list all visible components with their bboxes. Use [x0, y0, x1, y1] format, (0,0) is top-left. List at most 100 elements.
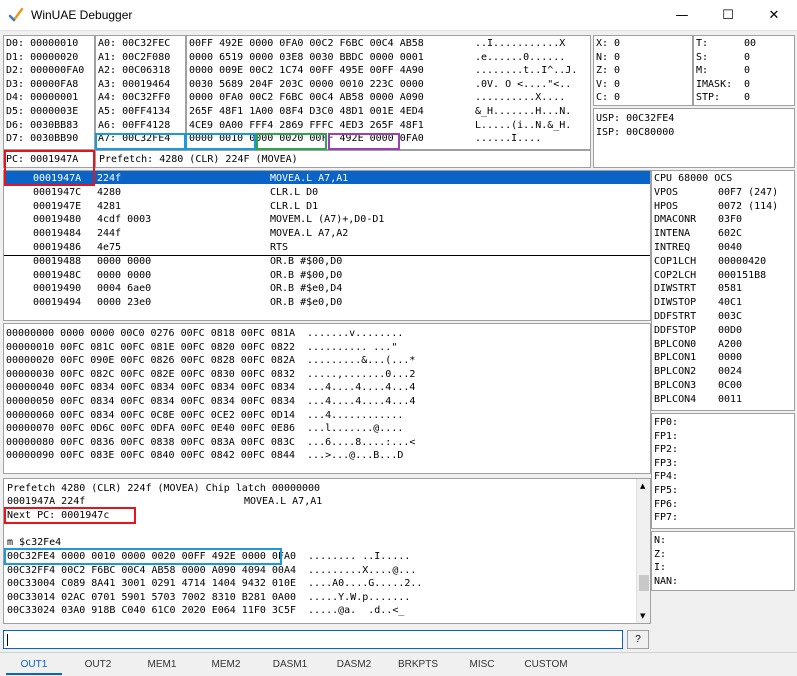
fp-register-4: FP4: — [654, 471, 679, 483]
fp-flags: N: Z: I: NAN: — [654, 534, 678, 588]
tab-custom[interactable]: CUSTOM — [518, 657, 574, 675]
address-registers-panel: A0: 00C32FEC A1: 00C2F080 A2: 00C06318 A3: … — [95, 35, 186, 150]
custom-reg-name: COP1LCH — [654, 255, 697, 267]
disasm-row[interactable]: 00019480 4cdf 0003 MOVEM.L (A7)+,D0-D1 — [4, 213, 650, 227]
help-button[interactable]: ? — [627, 630, 649, 649]
fp-flag-1: Z: — [654, 548, 667, 560]
stack-ascii-row-1: .e......0...... — [475, 51, 566, 63]
disasm-address: 00019484 — [33, 228, 82, 240]
stack-hex-row-7: 0000 0010 0000 0020 00FF 492E 0000 0FA0 — [189, 133, 424, 145]
custom-reg-value: 00D0 — [718, 324, 743, 336]
disasm-instruction: MOVEM.L (A7)+,D0-D1 — [270, 214, 385, 226]
minimize-button[interactable]: — — [659, 0, 705, 30]
custom-reg-name: BPLCON1 — [654, 352, 697, 364]
custom-reg-value: 0C00 — [718, 380, 743, 391]
scrollbar-thumb[interactable] — [639, 575, 649, 591]
prefetch-panel: Prefetch: 4280 (CLR) 224F (MOVEA) — [95, 150, 591, 168]
tab-dasm2[interactable]: DASM2 — [326, 657, 382, 675]
disasm-hex: 0000 0000 — [97, 269, 152, 281]
disasm-row[interactable]: 00019490 0004 6ae0 OR.B #$e0,D4 — [4, 282, 650, 296]
output-console[interactable]: Prefetch 4280 (CLR) 224f (MOVEA) Chip la… — [3, 478, 651, 624]
stack-ascii-row-5: &_H.......H...N. — [475, 105, 572, 117]
custom-reg-name: INTENA — [654, 228, 691, 240]
d-reg-6: D6: 0030BB83 — [6, 119, 79, 131]
output-next-pc: Next PC: 0001947c — [7, 510, 110, 521]
fp-registers-panel: FP0: FP1: FP2: FP3: FP4: FP5: FP6: FP7: — [651, 413, 795, 529]
tab-mem2[interactable]: MEM2 — [198, 657, 254, 675]
d-reg-0: D0: 00000010 — [6, 38, 79, 49]
stack-pointer-panel: USP: 00C32FE4 ISP: 00C80000 — [593, 108, 795, 168]
disasm-row[interactable]: 0001947E 4281 CLR.L D1 — [4, 200, 650, 214]
tab-mem1[interactable]: MEM1 — [134, 657, 190, 675]
disasm-instruction: OR.B #$00,D0 — [270, 269, 343, 281]
custom-reg-name: HPOS — [654, 200, 679, 212]
disasm-hex: 244f — [97, 228, 122, 240]
disasm-hex: 0000 23e0 — [97, 297, 152, 309]
flag-0: X: 0 — [596, 38, 621, 49]
program-counter: PC: 0001947A — [6, 154, 79, 165]
custom-reg-name: DDFSTOP — [654, 324, 697, 336]
d-reg-2: D2: 000000FA0 — [6, 65, 85, 77]
disassembly-panel[interactable]: 0001947A 224f MOVEA.L A7,A1 0001947C 4280 CLR… — [3, 170, 651, 321]
disasm-address: 00019480 — [33, 214, 82, 226]
custom-reg-value: 0072 (114) — [718, 200, 779, 212]
close-button[interactable]: ✕ — [751, 0, 797, 30]
disasm-instruction: MOVEA.L A7,A1 — [270, 173, 349, 184]
d-reg-5: D5: 0000003E — [6, 105, 79, 117]
text-cursor — [7, 634, 8, 646]
stack-ascii-row-3: .0V. O <...."<.. — [475, 78, 572, 90]
tab-brkpts[interactable]: BRKPTS — [390, 657, 446, 675]
output-scrollbar[interactable]: ▲ ▼ — [636, 479, 650, 623]
custom-reg-name: DIWSTOP — [654, 297, 697, 309]
custom-registers-panel: CPU 68000 OCS VPOS 00F7 (247) HPOS 0072 (114… — [651, 170, 795, 411]
memory-panel[interactable]: 00000000 0000 0000 00C0 0276 00FC 0818 0… — [3, 323, 651, 474]
stack-ascii-row-4: ..........X.... — [475, 92, 566, 104]
disasm-row[interactable]: 0001947C 4280 CLR.L D0 — [4, 186, 650, 200]
tab-misc[interactable]: MISC — [454, 657, 510, 675]
isp-value: ISP: 00C80000 — [596, 127, 675, 138]
fp-register-7: FP7: — [654, 512, 679, 524]
output-line-instruction: MOVEA.L A7,A1 — [244, 496, 323, 507]
custom-reg-value: 0011 — [718, 393, 743, 405]
stack-ascii-row-2: ........t..I^..J. — [475, 65, 578, 77]
a-reg-3: A3: 00019464 — [98, 78, 171, 90]
status-values: 00 0 0 0 0 — [744, 37, 756, 105]
tab-out1[interactable]: OUT1 — [6, 657, 62, 675]
disasm-row[interactable]: 00019484 244f MOVEA.L A7,A2 — [4, 227, 650, 241]
scroll-down-icon[interactable]: ▼ — [640, 612, 645, 620]
custom-reg-name: INTREQ — [654, 242, 691, 253]
rts-separator — [4, 255, 650, 256]
custom-reg-value: A200 — [718, 338, 743, 350]
disasm-address: 00019486 — [33, 242, 82, 253]
disasm-row[interactable]: 0001948C 0000 0000 OR.B #$00,D0 — [4, 269, 650, 283]
tab-dasm1[interactable]: DASM1 — [262, 657, 318, 675]
a-reg-7: A7: 00C32FE4 — [98, 133, 171, 145]
disasm-row[interactable]: 00019486 4e75 RTS — [4, 241, 650, 255]
stack-hex-row-1: 0000 6519 0000 03E8 0030 BBDC 0000 0001 — [189, 51, 424, 63]
tab-out2[interactable]: OUT2 — [70, 657, 126, 675]
maximize-button[interactable]: ☐ — [705, 0, 751, 30]
custom-reg-name: VPOS — [654, 186, 679, 198]
scroll-up-icon[interactable]: ▲ — [640, 482, 645, 490]
disasm-row[interactable]: 00019488 0000 0000 OR.B #$00,D0 — [4, 255, 650, 269]
disasm-row[interactable]: 00019494 0000 23e0 OR.B #$e0,D0 — [4, 296, 650, 310]
fp-register-5: FP5: — [654, 484, 679, 496]
status-label-4: STP: — [696, 92, 721, 104]
stack-hex-row-0: 00FF 492E 0000 0FA0 00C2 F6BC 00C4 AB58 — [189, 38, 424, 49]
fp-register-2: FP2: — [654, 444, 679, 456]
d-reg-3: D3: 00000FA8 — [6, 78, 79, 90]
app-icon — [8, 7, 24, 22]
a-reg-4: A4: 00C32FF0 — [98, 92, 171, 104]
disasm-hex: 4280 — [97, 186, 122, 198]
command-input[interactable] — [3, 630, 623, 649]
stack-ascii-row-7: ......I.... — [475, 133, 542, 145]
data-registers-panel: D0: 00000010 D1: 00000020 D2: 000000FA0 D3:… — [3, 35, 95, 150]
disasm-row[interactable]: 0001947A 224f MOVEA.L A7,A1 — [4, 172, 650, 186]
a-reg-0: A0: 00C32FEC — [98, 38, 171, 49]
fp-flags-panel: N: Z: I: NAN: — [651, 531, 795, 591]
stack-hex-row-4: 0000 0FA0 00C2 F6BC 00C4 AB58 0000 A090 — [189, 92, 424, 104]
disasm-instruction: MOVEA.L A7,A2 — [270, 228, 349, 240]
minimize-icon: — — [675, 7, 689, 23]
custom-reg-name: BPLCON0 — [654, 338, 697, 350]
custom-reg-value: 0581 — [718, 283, 743, 295]
